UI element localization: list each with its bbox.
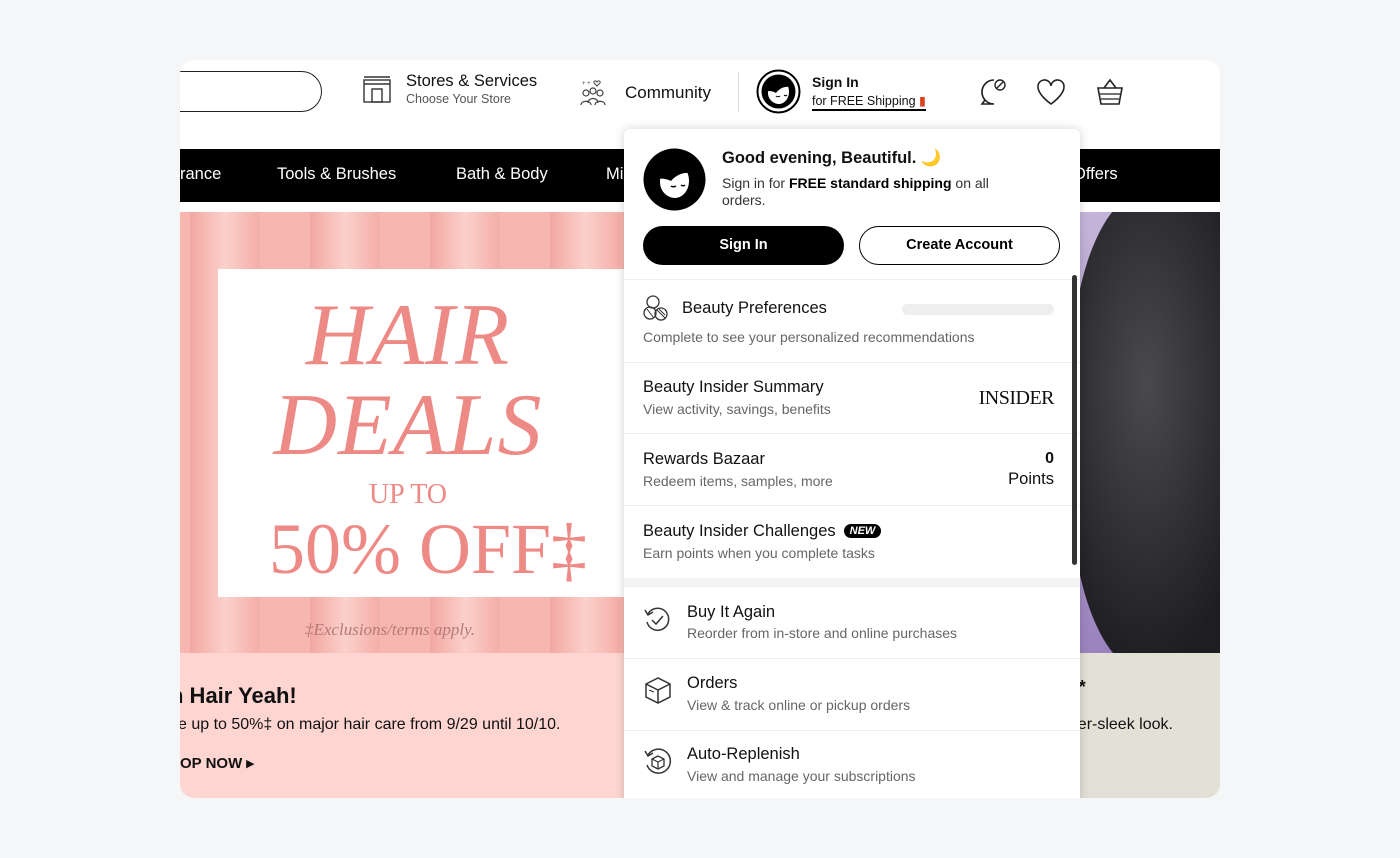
header-signin-subtitle: for FREE Shipping ▮ — [812, 93, 926, 111]
stores-services-link[interactable]: Stores & Services Choose Your Store — [361, 72, 537, 106]
preferences-progress — [902, 304, 1054, 315]
hair-image — [1070, 212, 1220, 653]
promo-card[interactable]: n Hair Yeah! ve up to 50%‡ on major hair… — [180, 653, 640, 798]
stores-subtitle: Choose Your Store — [406, 92, 511, 106]
stores-title: Stores & Services — [406, 72, 538, 90]
store-icon — [363, 76, 391, 103]
hero-exclusions: ‡Exclusions/terms apply. — [305, 620, 475, 639]
nav-item-tools-brushes[interactable]: Tools & Brushes — [277, 165, 396, 184]
nav-item-fragrance[interactable]: rance — [180, 165, 221, 184]
promo-title: n Hair Yeah! — [180, 683, 297, 708]
greeting-subtext: Sign in for FREE standard shipping on al… — [722, 175, 989, 208]
account-dropdown: Good evening, Beautiful. 🌙 Sign in for F… — [624, 129, 1080, 798]
challenges-title: Beauty Insider Challenges NEW — [643, 522, 882, 541]
hero-hair: HAIR — [305, 287, 511, 384]
auto-replenish-subtitle: View and manage your subscriptions — [687, 768, 916, 784]
app-frame: Stores & Services Choose Your Store + + … — [180, 60, 1220, 798]
points-value: 0 — [1045, 450, 1054, 467]
promo-card-right[interactable]: * uper-sleek look. — [1060, 653, 1220, 798]
header-signin-link[interactable]: Sign In for FREE Shipping ▮ — [812, 74, 926, 111]
avatar — [643, 148, 706, 211]
header-signin-title: Sign In — [812, 74, 859, 90]
create-account-button[interactable]: Create Account — [859, 226, 1060, 265]
chat-icon[interactable] — [978, 76, 1010, 108]
community-link[interactable]: + + Community — [577, 78, 711, 108]
header-divider — [738, 72, 739, 112]
points-label: Points — [1008, 470, 1054, 488]
buy-again-subtitle: Reorder from in-store and online purchas… — [687, 625, 958, 641]
hero-upto: UP TO — [368, 479, 448, 510]
preferences-icon — [643, 295, 668, 321]
avatar[interactable] — [756, 69, 801, 114]
sign-in-button[interactable]: Sign In — [643, 226, 844, 265]
box-icon — [645, 677, 671, 704]
prefs-subtitle: Complete to see your personalized recomm… — [643, 329, 975, 345]
hero-banner-right[interactable] — [1060, 212, 1220, 653]
nav-item-mini[interactable]: Mi — [606, 165, 623, 184]
auto-replenish-title: Auto-Replenish — [687, 745, 800, 763]
prefs-title: Beauty Preferences — [682, 299, 827, 317]
challenges-subtitle: Earn points when you complete tasks — [643, 545, 875, 561]
promo-text: ve up to 50%‡ on major hair care from 9/… — [180, 716, 561, 733]
buy-again-title: Buy It Again — [687, 603, 776, 621]
greeting: Good evening, Beautiful. 🌙 — [722, 149, 942, 167]
hero-deals: DEALS — [273, 377, 543, 474]
svg-text:+ +: + + — [582, 81, 591, 87]
rewards-title: Rewards Bazaar — [643, 450, 765, 468]
community-label: Community — [625, 83, 711, 102]
hero-banner[interactable]: HAIR DEALS UP TO 50% OFF‡ ‡Exclusions/te… — [180, 212, 640, 653]
community-icon: + + — [580, 80, 606, 106]
truck-icon: ▮ — [919, 94, 926, 108]
buy-again-icon — [644, 607, 670, 631]
insider-logo: INSIDER — [978, 387, 1055, 409]
nav-item-bath-body[interactable]: Bath & Body — [456, 165, 548, 184]
new-badge: NEW — [843, 524, 882, 538]
auto-replenish-icon — [644, 748, 672, 774]
summary-title: Beauty Insider Summary — [643, 378, 824, 396]
basket-icon[interactable] — [1094, 76, 1126, 108]
summary-subtitle: View activity, savings, benefits — [643, 401, 831, 417]
shop-now-link[interactable]: OP NOW ▸ — [180, 754, 254, 772]
rewards-subtitle: Redeem items, samples, more — [643, 473, 833, 489]
hero-off: 50% OFF‡ — [268, 509, 588, 589]
hero-card: HAIR DEALS UP TO 50% OFF‡ — [218, 269, 628, 597]
orders-title: Orders — [687, 674, 738, 692]
search-input[interactable] — [180, 71, 322, 112]
dropdown-scrollbar[interactable] — [1072, 275, 1077, 565]
heart-icon[interactable] — [1035, 76, 1067, 108]
orders-subtitle: View & track online or pickup orders — [687, 697, 911, 713]
